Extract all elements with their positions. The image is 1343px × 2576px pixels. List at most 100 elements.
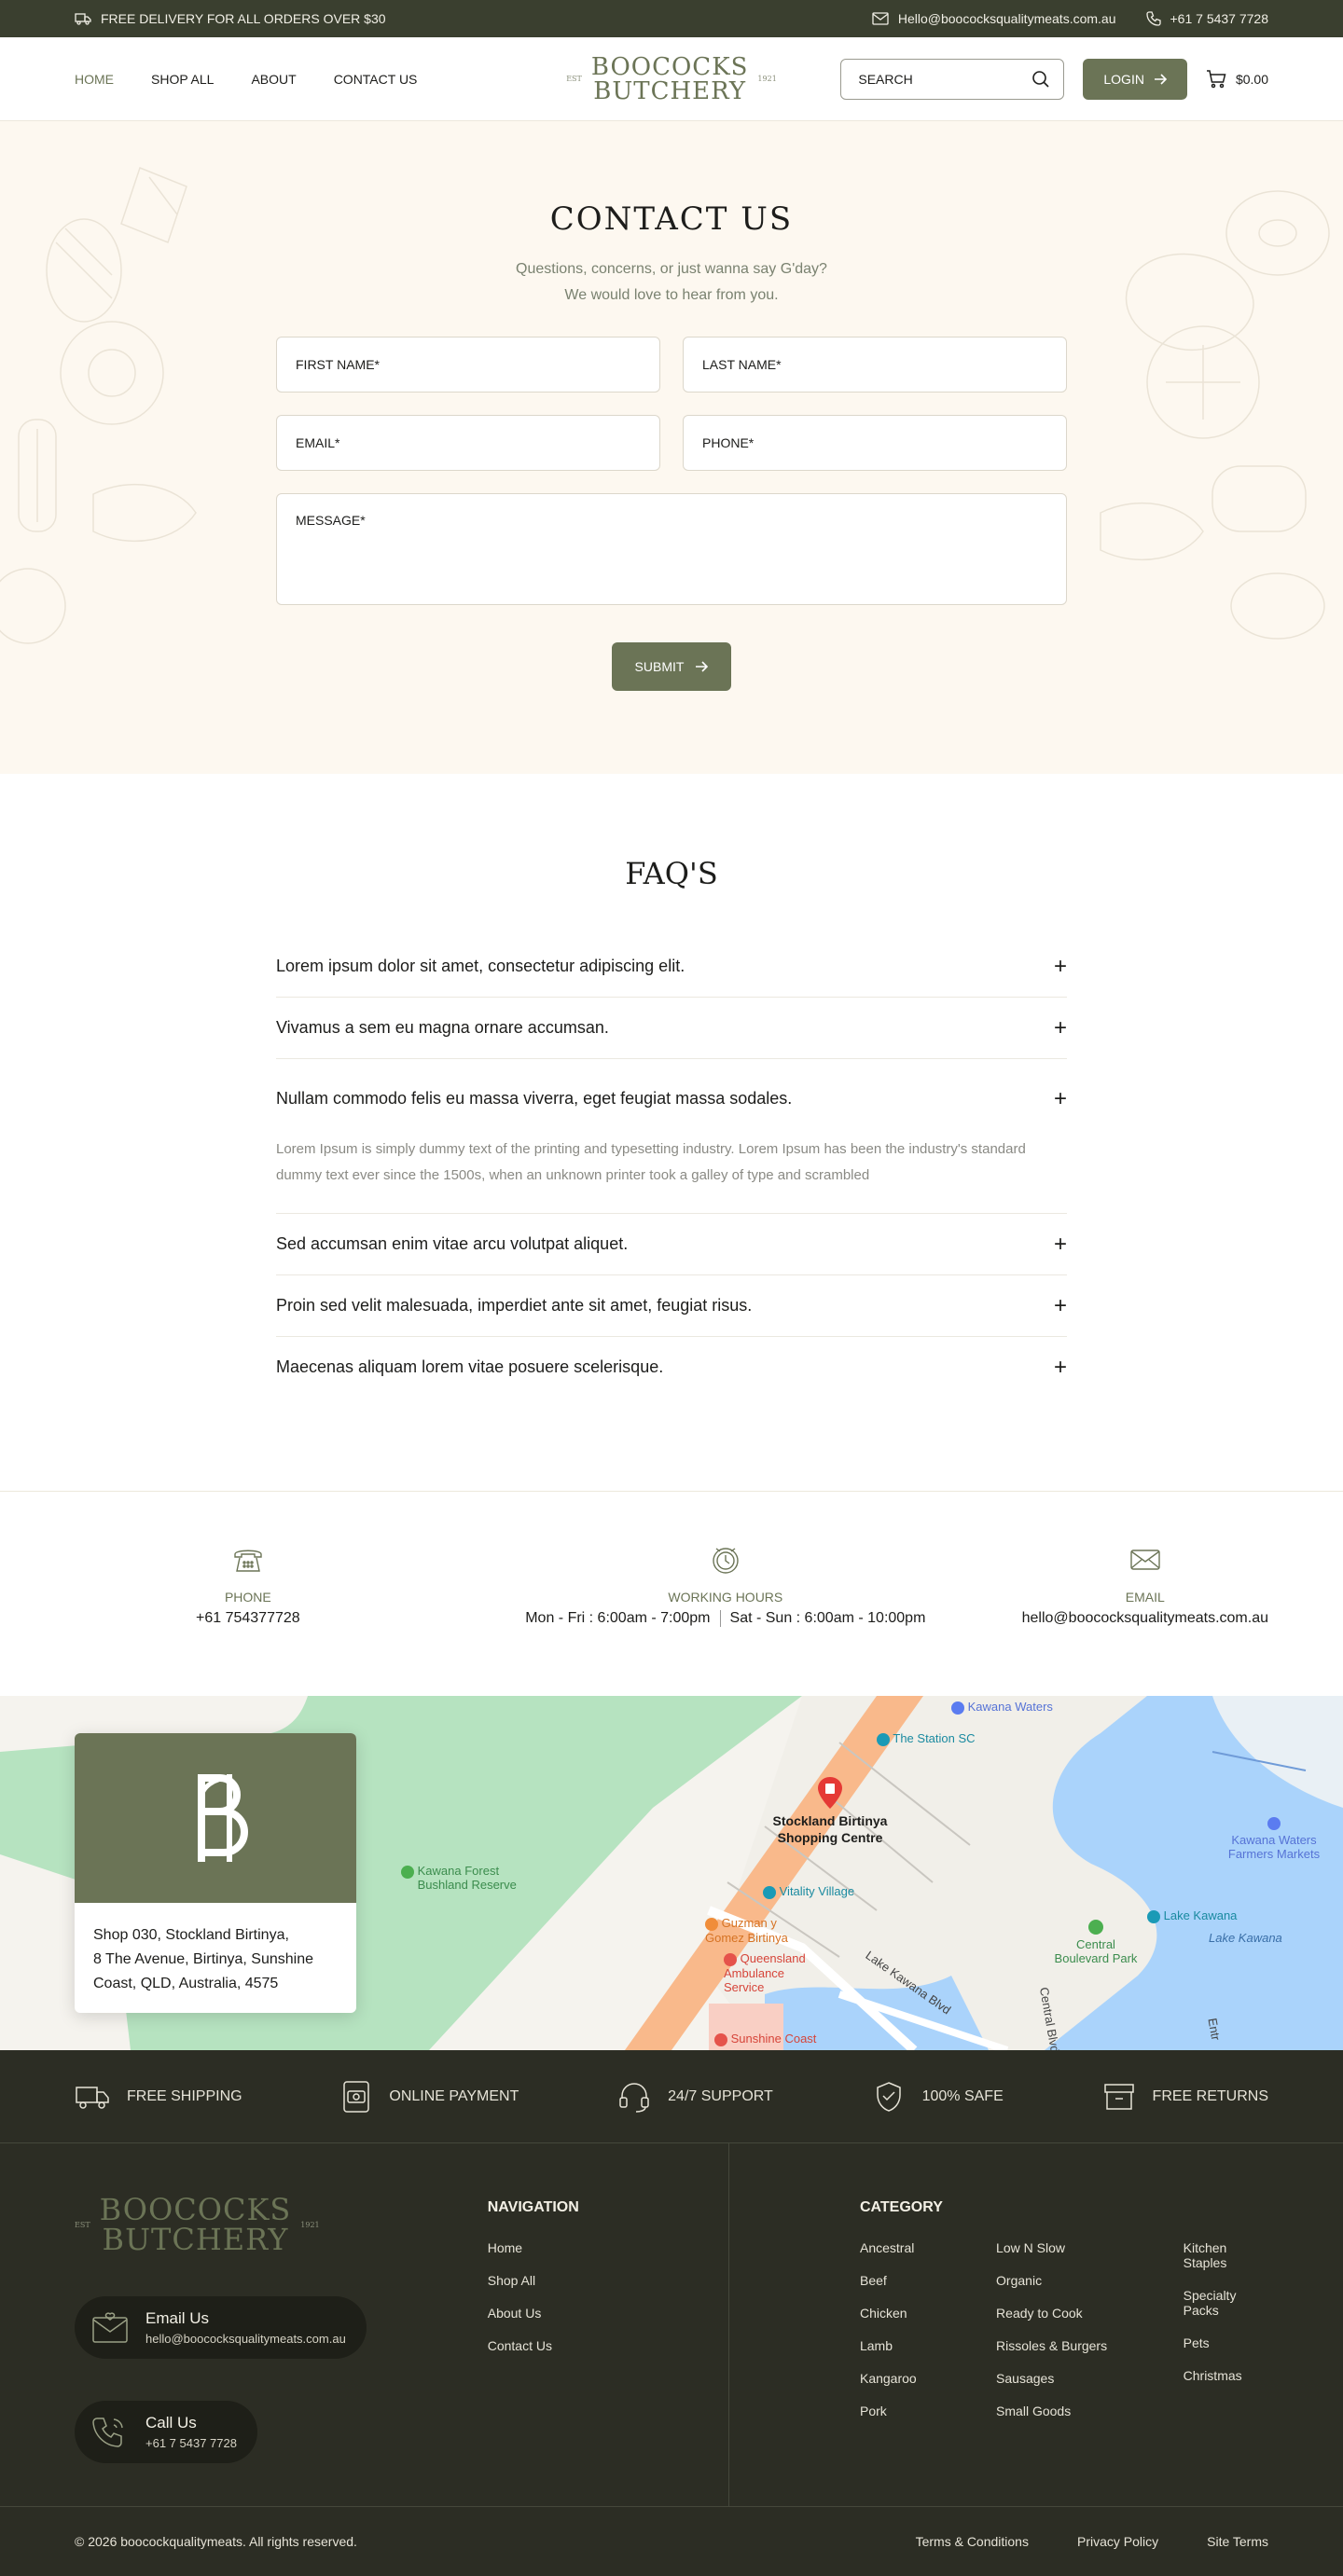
login-label: LOGIN bbox=[1103, 71, 1144, 87]
faq-item[interactable]: Proin sed velit malesuada, imperdiet ant… bbox=[276, 1275, 1067, 1337]
map-label-lake-kawana-pin: Lake Kawana bbox=[1147, 1908, 1237, 1923]
footer-brand: EST BOOCOCKS BUTCHERY 1921 Email Us hell… bbox=[75, 2143, 488, 2507]
category-link[interactable]: Organic bbox=[996, 2273, 1184, 2288]
faq-question: Vivamus a sem eu magna ornare accumsan. bbox=[276, 1018, 609, 1037]
nav-shop-all[interactable]: SHOP ALL bbox=[151, 72, 214, 87]
last-name-field[interactable]: LAST NAME* bbox=[683, 337, 1067, 393]
faq-list: Lorem ipsum dolor sit amet, consectetur … bbox=[276, 936, 1067, 1398]
feature-safe: 100% SAFE bbox=[872, 2080, 1004, 2114]
footer-call-title: Call Us bbox=[145, 2414, 197, 2431]
search-icon[interactable] bbox=[1031, 70, 1050, 89]
delivery-text: FREE DELIVERY FOR ALL ORDERS OVER $30 bbox=[101, 11, 386, 26]
phone-label: PHONE bbox=[224, 1590, 271, 1605]
logo-bottom: BUTCHERY bbox=[593, 76, 747, 105]
phone-info: PHONE +61 754377728 bbox=[75, 1543, 429, 1627]
faq-question: Proin sed velit malesuada, imperdiet ant… bbox=[276, 1296, 753, 1315]
category-link[interactable]: Kangaroo bbox=[860, 2371, 996, 2386]
nav-contact-us[interactable]: CONTACT US bbox=[334, 72, 418, 87]
mail-heart-icon bbox=[91, 2311, 129, 2344]
footer-email-pill[interactable]: Email Us hello@boococksqualitymeats.com.… bbox=[75, 2296, 367, 2359]
login-button[interactable]: LOGIN bbox=[1083, 58, 1187, 100]
faq-item[interactable]: Lorem ipsum dolor sit amet, consectetur … bbox=[276, 936, 1067, 998]
feature-label: 100% SAFE bbox=[921, 2087, 1004, 2104]
guzman-text: Guzman y Gomez Birtinya bbox=[705, 1916, 788, 1945]
footer-link-about[interactable]: About Us bbox=[488, 2306, 728, 2321]
map-label-kawana-forest: Kawana Forest Bushland Reserve bbox=[401, 1864, 539, 1892]
search-input[interactable]: SEARCH bbox=[840, 58, 1065, 100]
footer-call-pill[interactable]: Call Us +61 7 5437 7728 bbox=[75, 2401, 257, 2463]
shield-hand-icon bbox=[872, 2080, 906, 2114]
plus-icon[interactable]: + bbox=[1054, 1016, 1067, 1039]
footer-link-contact[interactable]: Contact Us bbox=[488, 2338, 728, 2353]
phone-field[interactable]: PHONE* bbox=[683, 415, 1067, 471]
map-pin-stockland[interactable]: Stockland Birtinya Shopping Centre bbox=[765, 1776, 895, 1846]
clock-icon bbox=[709, 1543, 742, 1577]
box-return-icon bbox=[1102, 2080, 1136, 2114]
terms-link[interactable]: Terms & Conditions bbox=[916, 2534, 1029, 2549]
arrow-right-icon bbox=[1154, 73, 1167, 85]
hours-info: WORKING HOURS Mon - Fri : 6:00am - 7:00p… bbox=[525, 1543, 925, 1627]
email-field[interactable]: EMAIL* bbox=[276, 415, 660, 471]
category-link[interactable]: Ancestral bbox=[860, 2240, 996, 2255]
footer-email-title: Email Us bbox=[145, 2309, 210, 2327]
footer-logo[interactable]: EST BOOCOCKS BUTCHERY 1921 bbox=[75, 2195, 488, 2254]
site-logo[interactable]: EST BOOCOCKS BUTCHERY 1921 bbox=[566, 55, 777, 103]
plus-icon[interactable]: + bbox=[1054, 1087, 1067, 1109]
truck-icon bbox=[75, 12, 91, 25]
message-field[interactable]: MESSAGE* bbox=[276, 493, 1067, 605]
plus-icon[interactable]: + bbox=[1054, 1356, 1067, 1378]
topbar-phone[interactable]: +61 7 5437 7728 bbox=[1145, 11, 1268, 26]
submit-button[interactable]: SUBMIT bbox=[612, 642, 731, 691]
plus-icon[interactable]: + bbox=[1054, 1294, 1067, 1316]
category-link[interactable]: Low N Slow bbox=[996, 2240, 1184, 2255]
plus-icon[interactable]: + bbox=[1054, 1233, 1067, 1255]
category-link[interactable]: Beef bbox=[860, 2273, 996, 2288]
location-map[interactable]: Stockland Birtinya Shopping Centre Kawan… bbox=[0, 1696, 1343, 2050]
address-card: Shop 030, Stockland Birtinya, 8 The Aven… bbox=[75, 1733, 356, 2013]
first-name-field[interactable]: FIRST NAME* bbox=[276, 337, 660, 393]
category-link[interactable]: Pork bbox=[860, 2404, 996, 2418]
phone-value[interactable]: +61 754377728 bbox=[196, 1610, 300, 1627]
category-link[interactable]: Sausages bbox=[996, 2371, 1184, 2386]
nav-about[interactable]: ABOUT bbox=[251, 72, 296, 87]
category-link[interactable]: Ready to Cook bbox=[996, 2306, 1184, 2321]
category-link[interactable]: Lamb bbox=[860, 2338, 996, 2353]
topbar-email[interactable]: Hello@boococksqualitymeats.com.au bbox=[872, 11, 1116, 26]
category-link[interactable]: Small Goods bbox=[996, 2404, 1184, 2418]
privacy-link[interactable]: Privacy Policy bbox=[1077, 2534, 1158, 2549]
envelope-icon bbox=[1128, 1543, 1162, 1577]
feature-free-returns: FREE RETURNS bbox=[1102, 2080, 1268, 2114]
footer-logo-est: EST bbox=[75, 2220, 90, 2229]
footer-link-shop-all[interactable]: Shop All bbox=[488, 2273, 728, 2288]
submit-label: SUBMIT bbox=[634, 659, 685, 674]
footer-call-value: +61 7 5437 7728 bbox=[145, 2436, 237, 2450]
category-link[interactable]: Pets bbox=[1184, 2335, 1268, 2350]
email-value[interactable]: hello@boococksqualitymeats.com.au bbox=[1022, 1610, 1268, 1627]
footer-link-home[interactable]: Home bbox=[488, 2240, 728, 2255]
hours-divider bbox=[719, 1610, 721, 1627]
category-link[interactable]: Kitchen Staples bbox=[1184, 2240, 1268, 2270]
mail-icon bbox=[872, 12, 889, 25]
site-terms-link[interactable]: Site Terms bbox=[1207, 2534, 1268, 2549]
faq-item-expanded[interactable]: Nullam commodo felis eu massa viverra, e… bbox=[276, 1059, 1067, 1214]
category-link[interactable]: Chicken bbox=[860, 2306, 996, 2321]
faq-question: Sed accumsan enim vitae arcu volutpat al… bbox=[276, 1234, 629, 1253]
farmers-text: Kawana Waters Farmers Markets bbox=[1227, 1833, 1321, 1861]
faq-item[interactable]: Maecenas aliquam lorem vitae posuere sce… bbox=[276, 1337, 1067, 1398]
category-link[interactable]: Rissoles & Burgers bbox=[996, 2338, 1184, 2353]
faq-title: FAQ'S bbox=[625, 856, 718, 891]
nav-home[interactable]: HOME bbox=[75, 72, 114, 87]
category-link[interactable]: Specialty Packs bbox=[1184, 2288, 1268, 2318]
plus-icon[interactable]: + bbox=[1054, 955, 1067, 977]
hours-weekend: Sat - Sun : 6:00am - 10:00pm bbox=[729, 1610, 926, 1627]
faq-question: Lorem ipsum dolor sit amet, consectetur … bbox=[276, 957, 685, 975]
map-label-lake-kawana: Lake Kawana bbox=[1209, 1931, 1282, 1945]
cart-button[interactable]: $0.00 bbox=[1206, 69, 1268, 89]
faq-item[interactable]: Vivamus a sem eu magna ornare accumsan. + bbox=[276, 998, 1067, 1059]
hours-value: Mon - Fri : 6:00am - 7:00pm Sat - Sun : 6… bbox=[525, 1610, 925, 1627]
faq-item[interactable]: Sed accumsan enim vitae arcu volutpat al… bbox=[276, 1214, 1067, 1275]
phone-icon bbox=[1145, 11, 1161, 26]
category-link[interactable]: Christmas bbox=[1184, 2368, 1268, 2383]
footer-cat-heading: CATEGORY bbox=[859, 2199, 943, 2215]
telephone-icon bbox=[231, 1543, 265, 1577]
